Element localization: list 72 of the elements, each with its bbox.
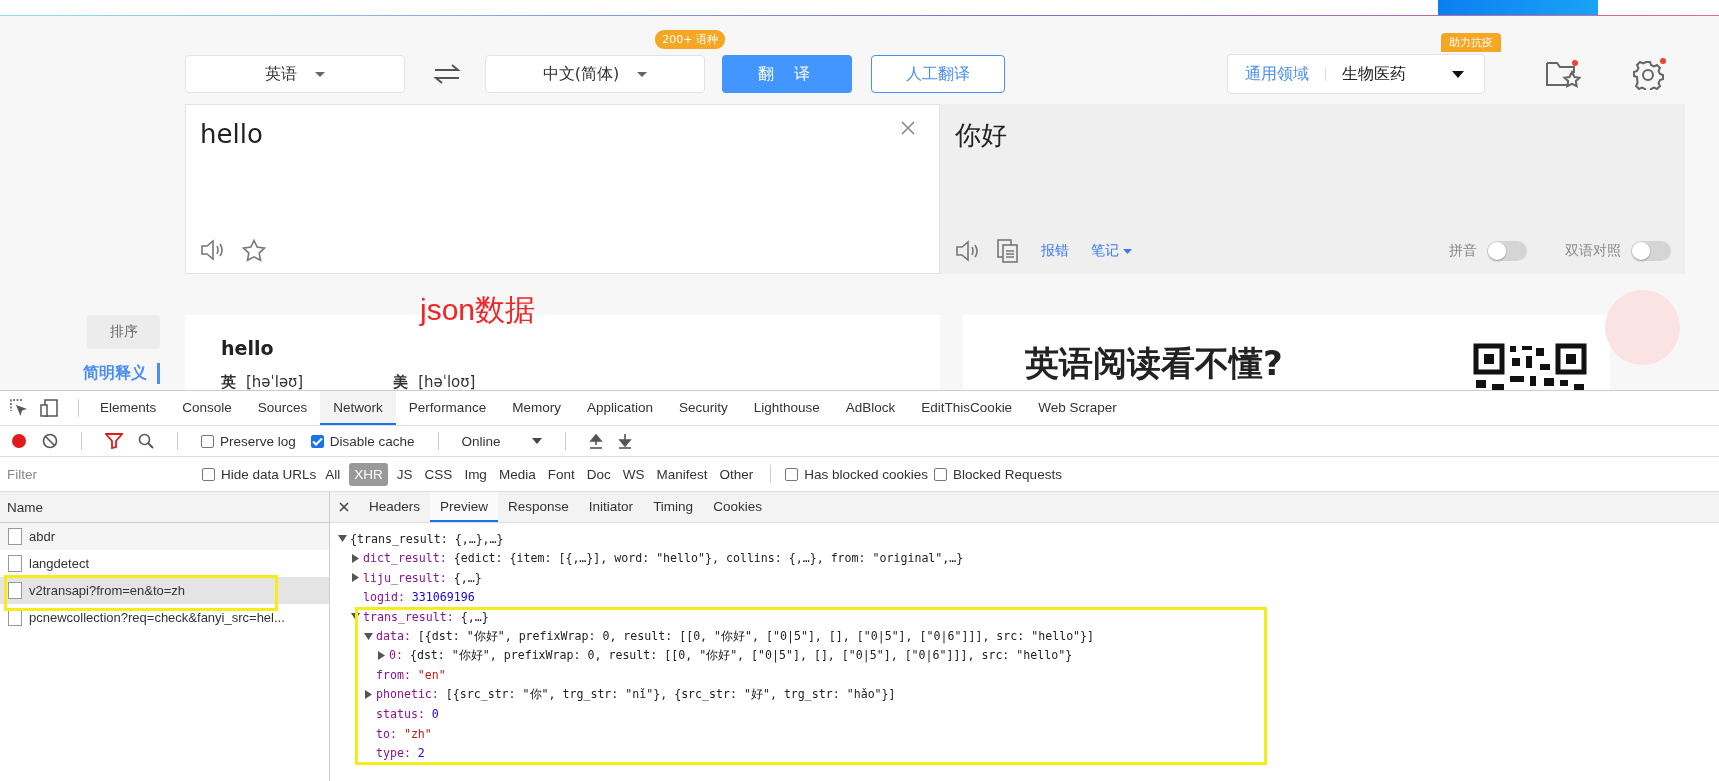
domain-select[interactable]: 通用领域 生物医药	[1227, 54, 1485, 94]
detail-tab[interactable]: Cookies	[703, 492, 772, 522]
tree-entry: status: 0	[376, 707, 439, 722]
annotation-label: json数据	[420, 292, 536, 328]
type-filter-button[interactable]: Manifest	[653, 463, 711, 485]
devtools-tab[interactable]: Security	[665, 391, 741, 425]
detail-tab[interactable]: Response	[498, 492, 579, 522]
detail-tab[interactable]: Preview	[430, 492, 499, 522]
request-row[interactable]: pcnewcollection?req=check&fanyi_src=hel...	[0, 604, 329, 631]
type-filter-button[interactable]: Other	[716, 463, 757, 485]
tree-entry: liju_result: {,…}	[363, 570, 482, 585]
checkbox-label: Disable cache	[329, 433, 415, 449]
tree-entry: data: [{dst: "你好", prefixWrap: 0, result: [[0, "你好", ["0|5"], [], ["0|5"], ["0|6"]]], src: "hello"}]	[376, 628, 1095, 644]
phonetic-text: [həˈləʊ]	[246, 373, 304, 390]
devtools-tab[interactable]: Web Scraper	[1025, 391, 1130, 425]
type-filter-button[interactable]: Doc	[583, 463, 614, 485]
detail-tab[interactable]: Headers	[359, 492, 431, 522]
result-link[interactable]: 报错	[1041, 242, 1069, 260]
throttling-select[interactable]: Online	[461, 433, 542, 449]
result-link[interactable]: 笔记	[1091, 242, 1132, 260]
devtools-tab[interactable]: Memory	[499, 391, 574, 425]
dictionary-word: hello	[221, 337, 275, 359]
source-text: hello	[200, 119, 264, 151]
type-filter-button[interactable]: JS	[393, 463, 416, 485]
ad-headline: 英语阅读看不懂?	[1025, 342, 1284, 385]
devtools-tab[interactable]: Application	[573, 391, 666, 425]
type-filter-button[interactable]: WS	[619, 463, 648, 485]
request-row[interactable]: v2transapi?from=en&to=zh	[0, 577, 329, 604]
detail-tab[interactable]: Timing	[643, 492, 704, 522]
toggle-label: 拼音	[1449, 242, 1477, 260]
tree-entry: phonetic: [{src_str: "你", trg_str: "nǐ"}, {src_str: "好", trg_str: "hǎo"}]	[376, 687, 896, 703]
tree-entry: logid: 331069196	[363, 590, 475, 605]
pronunciation-region: 美	[393, 373, 409, 390]
request-row[interactable]: abdr	[0, 523, 329, 550]
type-filter-button[interactable]: CSS	[421, 463, 456, 485]
pronunciation-region: 英	[221, 373, 236, 390]
devtools-tab[interactable]: Network	[320, 391, 396, 425]
devtools-tab[interactable]: Console	[169, 391, 245, 425]
sort-button[interactable]: 排序	[87, 315, 160, 349]
devtools-tab[interactable]: Performance	[395, 391, 500, 425]
tree-entry: {trans_result: {,…},…}	[350, 531, 504, 546]
devtools-tab[interactable]: EditThisCookie	[908, 391, 1026, 425]
tree-entry: from: "en"	[376, 668, 446, 683]
detail-tab[interactable]: Initiator	[578, 492, 644, 522]
checkbox-label: Blocked Requests	[953, 466, 1062, 482]
toggle-label: 双语对照	[1565, 242, 1621, 260]
devtools-tab[interactable]: Sources	[244, 391, 321, 425]
type-filter-button[interactable]: Img	[461, 463, 490, 485]
target-language-select[interactable]: 中文(简体)	[485, 55, 705, 93]
source-text-field[interactable]: hello	[185, 104, 940, 274]
tree-entry: 0: {dst: "你好", prefixWrap: 0, result: [[0, "你好", ["0|5"], [], ["0|5"], ["0|6"]]], src: "hello"}	[389, 648, 1073, 664]
request-row[interactable]: langdetect	[0, 550, 329, 577]
tree-entry: type: 2	[376, 746, 425, 761]
checkbox-label: Preserve log	[220, 433, 296, 449]
language-count-badge: 200+ 语种	[655, 30, 725, 49]
type-filter-button[interactable]: All	[322, 463, 344, 485]
tree-entry: dict_result: {edict: {item: [{,…}], word: "hello"}, collins: {,…}, from: "original",…}	[363, 551, 964, 566]
domain-selected[interactable]: 生物医药	[1342, 63, 1452, 85]
type-filter-button[interactable]: Media	[495, 463, 539, 485]
devtools-tab[interactable]: Lighthouse	[740, 391, 833, 425]
checkbox-label: Has blocked cookies	[804, 466, 929, 482]
type-filter-button[interactable]: Font	[544, 463, 578, 485]
source-language-select[interactable]: 英语	[185, 55, 405, 93]
result-text: 你好	[955, 119, 1008, 152]
checkbox-label: Hide data URLs	[221, 466, 317, 482]
tree-entry: trans_result: {,…}	[363, 609, 489, 624]
campaign-badge: 助力抗疫	[1441, 33, 1501, 52]
devtools-tab[interactable]: Elements	[87, 391, 170, 425]
devtools-tab[interactable]: AdBlock	[832, 391, 909, 425]
tree-entry: to: "zh"	[376, 726, 432, 741]
column-header[interactable]: Name	[0, 492, 329, 523]
phonetic-text: [həˈloʊ]	[418, 373, 476, 390]
